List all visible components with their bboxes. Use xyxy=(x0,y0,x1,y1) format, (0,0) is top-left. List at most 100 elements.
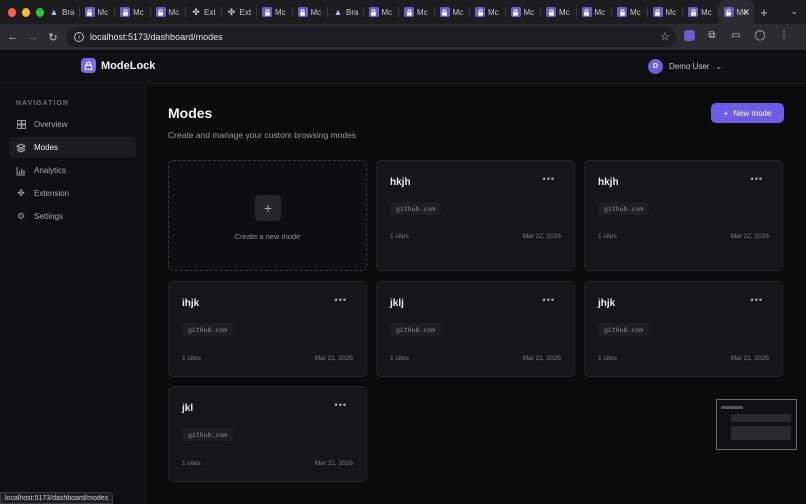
tri-icon: ▲ xyxy=(49,7,59,17)
minimize-window-button[interactable] xyxy=(22,7,30,17)
brand-logo[interactable]: ModeLock xyxy=(81,58,155,73)
tab-title: Mc xyxy=(523,7,535,17)
brand-name: ModeLock xyxy=(101,59,156,72)
browser-tab[interactable]: Mc xyxy=(577,0,613,24)
preview-block xyxy=(721,406,743,409)
page-title: Modes xyxy=(168,105,213,121)
tab-title: Mc xyxy=(97,7,109,17)
preview-block xyxy=(731,426,791,440)
more-options-icon[interactable]: ••• xyxy=(543,295,555,305)
puzzle-icon: ✤ xyxy=(17,188,25,198)
mode-card[interactable]: hkjh ••• github.com 1 sites Mar 22, 2026 xyxy=(584,160,783,271)
puzzle-icon: ✤ xyxy=(192,6,200,17)
browser-tab[interactable]: Mc xyxy=(399,0,435,24)
browser-tab[interactable]: Mc xyxy=(115,0,151,24)
forward-arrow-icon[interactable]: → xyxy=(23,31,43,43)
browser-tab[interactable]: Mc xyxy=(435,0,471,24)
mode-card[interactable]: jkl ••• github.com 1 sites Mar 21, 2026 xyxy=(168,386,367,482)
plus-icon: + xyxy=(723,108,729,118)
sidebar-item-analytics[interactable]: Analytics xyxy=(9,160,136,181)
site-info-icon[interactable]: i xyxy=(74,32,84,42)
browser-tab[interactable]: Mc xyxy=(80,0,116,24)
sidebar-item-settings[interactable]: ⚙ Settings xyxy=(9,206,136,227)
profile-icon[interactable]: ◯ xyxy=(753,28,767,42)
create-mode-label: Create a new mode xyxy=(234,232,301,241)
more-options-icon[interactable]: ••• xyxy=(335,295,347,305)
tab-groups-icon[interactable]: ▭ xyxy=(729,28,743,42)
reload-icon[interactable]: ↻ xyxy=(43,31,63,44)
lock-icon xyxy=(723,7,734,17)
tab-title: Mc xyxy=(594,7,606,17)
lock-icon xyxy=(81,58,96,73)
main-content: Modes Create and manage your custom brow… xyxy=(146,85,806,504)
preview-block xyxy=(731,414,791,422)
maximize-window-button[interactable] xyxy=(36,7,44,17)
puzzle-icon: ✤ xyxy=(227,6,236,17)
back-arrow-icon[interactable]: ← xyxy=(3,31,23,43)
sidebar-item-overview[interactable]: Overview xyxy=(9,114,136,135)
nav-heading: NAVIGATION xyxy=(16,100,69,107)
address-bar[interactable]: i localhost:5173/dashboard/modes ☆ xyxy=(66,27,676,47)
more-options-icon[interactable]: ••• xyxy=(335,400,347,410)
browser-tab[interactable]: ✤ Ext xyxy=(222,0,258,24)
bar-chart-icon xyxy=(16,166,26,176)
tab-search-chevron-icon[interactable]: ⌄ xyxy=(790,6,798,17)
site-count: 1 sites xyxy=(598,233,617,240)
mode-date: Mar 22, 2026 xyxy=(730,233,769,240)
link-status-bar: localhost:5173/dashboard/modes xyxy=(0,492,114,504)
tab-title: Ext xyxy=(239,7,252,17)
browser-tab-strip: ▲ Bra Mc Mc Mc ✤ Ext ✤ Ext Mc Mc ▲ Bra Mc Mc Mc Mc Mc Mc Mc… xyxy=(0,0,806,24)
address-url[interactable]: localhost:5173/dashboard/modes xyxy=(90,32,223,42)
tab-title: Mc xyxy=(630,7,641,17)
page-preview-thumbnail[interactable] xyxy=(716,399,797,450)
browser-tab[interactable]: Mc xyxy=(612,0,648,24)
browser-tab[interactable]: Mc xyxy=(293,0,329,24)
modelock-extension-icon[interactable] xyxy=(684,29,695,41)
sidebar: NAVIGATION Overview Modes Analytics ✤ Ex… xyxy=(0,85,146,504)
close-window-button[interactable] xyxy=(8,7,16,17)
sidebar-item-label: Modes xyxy=(34,143,59,152)
mode-card[interactable]: ihjk ••• github.com 1 sites Mar 21, 2026 xyxy=(168,281,367,377)
sidebar-item-label: Overview xyxy=(34,120,68,129)
browser-tab[interactable]: Mc xyxy=(151,0,187,24)
site-count: 1 sites xyxy=(598,355,617,362)
lock-icon xyxy=(510,7,521,17)
bookmark-star-icon[interactable]: ☆ xyxy=(660,30,670,43)
browser-tab[interactable]: ✤ Ext xyxy=(186,0,222,24)
create-mode-card[interactable]: + Create a new mode xyxy=(168,160,367,271)
more-options-icon[interactable]: ••• xyxy=(751,295,763,305)
sidebar-item-extension[interactable]: ✤ Extension xyxy=(9,183,136,204)
extensions-puzzle-icon[interactable]: ⧉ xyxy=(705,28,719,42)
more-options-icon[interactable]: ••• xyxy=(543,174,555,184)
user-menu[interactable]: D Demo User ⌄ xyxy=(648,59,722,74)
new-tab-button[interactable]: + xyxy=(754,5,774,20)
browser-tab[interactable]: Mc xyxy=(470,0,506,24)
site-count: 1 sites xyxy=(390,233,409,240)
mode-date: Mar 21, 2026 xyxy=(522,355,561,362)
user-name: Demo User xyxy=(669,62,710,71)
browser-tab[interactable]: ▲ Bra xyxy=(328,0,364,24)
lock-icon xyxy=(120,7,130,17)
close-tab-icon[interactable]: ✕ xyxy=(742,7,750,18)
lock-icon xyxy=(475,7,485,17)
tab-title: Mc xyxy=(275,7,286,17)
mode-card[interactable]: jhjk ••• github.com 1 sites Mar 21, 2026 xyxy=(584,281,783,377)
browser-tab[interactable]: Mc xyxy=(648,0,684,24)
browser-tab[interactable]: Mc ✕ xyxy=(718,0,754,24)
browser-tab[interactable]: Mc xyxy=(364,0,400,24)
mode-card[interactable]: hkjh ••• github.com 1 sites Mar 22, 2026 xyxy=(376,160,575,271)
browser-tab[interactable]: Mc xyxy=(506,0,542,24)
mode-card[interactable]: jklj ••• github.com 1 sites Mar 21, 2026 xyxy=(376,281,575,377)
browser-tab[interactable]: Mc xyxy=(257,0,293,24)
browser-tab[interactable]: Mc xyxy=(541,0,577,24)
tab-title: Bra xyxy=(346,7,359,17)
more-options-icon[interactable]: ••• xyxy=(751,174,763,184)
new-mode-label: New mode xyxy=(733,108,772,118)
browser-tab[interactable]: ▲ Bra xyxy=(44,0,80,24)
browser-tab[interactable]: Mc xyxy=(683,0,719,24)
new-mode-button[interactable]: + New mode xyxy=(711,103,784,123)
grid-icon xyxy=(16,120,26,130)
sidebar-item-modes[interactable]: Modes xyxy=(9,137,136,158)
browser-menu-icon[interactable]: ⋮ xyxy=(777,28,791,42)
mode-name: ihjk xyxy=(182,298,200,309)
